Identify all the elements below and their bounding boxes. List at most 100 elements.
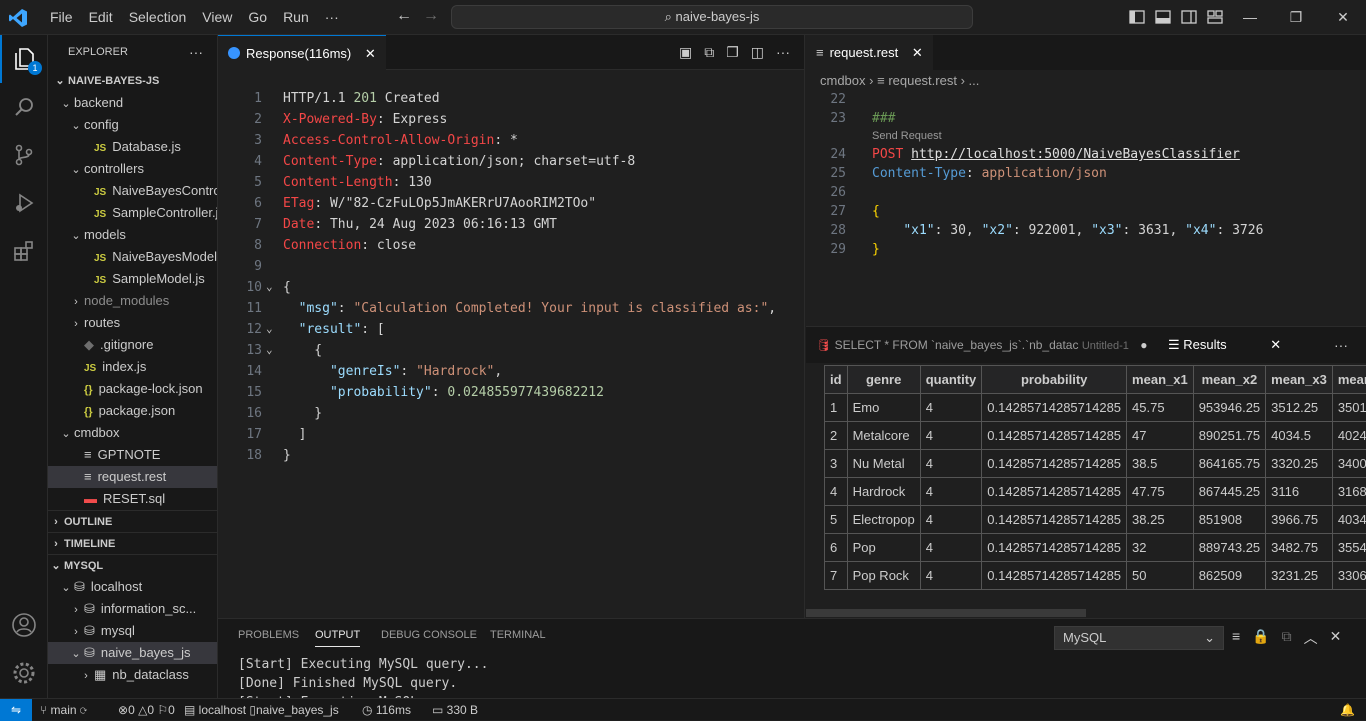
table-cell[interactable]: Pop Rock xyxy=(847,562,920,590)
column-header[interactable]: genre xyxy=(847,366,920,394)
menu-run[interactable]: Run xyxy=(275,0,317,35)
save-response-icon[interactable]: ▣ xyxy=(679,44,692,61)
close-window-icon[interactable]: ✕ xyxy=(1320,0,1366,35)
table-cell[interactable]: 4 xyxy=(920,562,982,590)
response-time[interactable]: ◷ 116ms xyxy=(362,699,411,721)
table-cell[interactable]: 0.14285714285714285 xyxy=(982,450,1127,478)
tree-item[interactable]: ⌄⛁naive_bayes_js xyxy=(48,642,217,664)
tree-item[interactable]: ▬RESET.sql xyxy=(48,488,217,510)
tree-item[interactable]: ⌄models xyxy=(48,224,217,246)
tree-item[interactable]: JSindex.js xyxy=(48,356,217,378)
table-cell[interactable]: 3400.7 xyxy=(1332,450,1366,478)
table-cell[interactable]: 4 xyxy=(825,478,848,506)
table-cell[interactable]: 47.75 xyxy=(1127,478,1194,506)
table-cell[interactable]: 4034.5 xyxy=(1266,422,1333,450)
table-cell[interactable]: 0.14285714285714285 xyxy=(982,422,1127,450)
table-row[interactable]: 5Electropop40.1428571428571428538.258519… xyxy=(825,506,1366,534)
tree-item[interactable]: ›routes xyxy=(48,312,217,334)
table-cell[interactable]: 862509 xyxy=(1193,562,1265,590)
tab-output[interactable]: OUTPUT xyxy=(315,629,360,647)
response-size[interactable]: ▭ 330 B xyxy=(432,699,478,721)
tree-item[interactable]: JSSampleModel.js xyxy=(48,268,217,290)
menu-file[interactable]: File xyxy=(42,0,81,35)
close-panel-icon[interactable]: ✕ xyxy=(1330,628,1342,648)
forward-arrow-icon[interactable]: → xyxy=(423,7,439,25)
maximize-panel-icon[interactable]: ︿ xyxy=(1304,628,1318,648)
tree-item[interactable]: JSSampleController.js xyxy=(48,202,217,224)
table-cell[interactable]: 1 xyxy=(825,394,848,422)
table-cell[interactable]: 32 xyxy=(1127,534,1194,562)
tree-item[interactable]: ≡request.rest xyxy=(48,466,217,488)
column-header[interactable]: mean_ xyxy=(1332,366,1366,394)
minimize-icon[interactable]: — xyxy=(1227,0,1273,35)
back-arrow-icon[interactable]: ← xyxy=(396,7,412,25)
column-header[interactable]: mean_x1 xyxy=(1127,366,1194,394)
table-cell[interactable]: 0.14285714285714285 xyxy=(982,478,1127,506)
table-cell[interactable]: 4 xyxy=(920,422,982,450)
menu-go[interactable]: Go xyxy=(240,0,275,35)
table-cell[interactable]: 3116 xyxy=(1266,478,1333,506)
table-cell[interactable]: 2 xyxy=(825,422,848,450)
table-cell[interactable]: 953946.25 xyxy=(1193,394,1265,422)
table-cell[interactable]: 0.14285714285714285 xyxy=(982,394,1127,422)
command-center-search[interactable]: ⌕ naive-bayes-js xyxy=(451,5,973,29)
tree-item[interactable]: ⌄backend xyxy=(48,92,217,114)
table-cell[interactable]: 6 xyxy=(825,534,848,562)
search-activity[interactable] xyxy=(0,83,48,131)
branch-indicator[interactable]: ⑂ main ⟳ xyxy=(40,699,87,721)
table-cell[interactable]: Pop xyxy=(847,534,920,562)
table-cell[interactable]: 0.14285714285714285 xyxy=(982,506,1127,534)
table-cell[interactable]: 45.75 xyxy=(1127,394,1194,422)
tab-terminal[interactable]: TERMINAL xyxy=(490,629,546,641)
horizontal-scrollbar[interactable] xyxy=(806,609,1086,617)
menu-edit[interactable]: Edit xyxy=(81,0,121,35)
customize-layout-icon[interactable] xyxy=(1206,8,1224,26)
tab-sql-query[interactable]: 🛢 SELECT * FROM `naive_bayes_js`.`nb_dat… xyxy=(816,327,1147,364)
table-cell[interactable]: 864165.75 xyxy=(1193,450,1265,478)
table-row[interactable]: 7Pop Rock40.1428571428571428550862509323… xyxy=(825,562,1366,590)
copy-icon[interactable]: ❐ xyxy=(726,44,739,61)
table-row[interactable]: 1Emo40.1428571428571428545.75953946.2535… xyxy=(825,394,1366,422)
table-row[interactable]: 4Hardrock40.1428571428571428547.75867445… xyxy=(825,478,1366,506)
open-in-editor-icon[interactable]: ⧉ xyxy=(1282,628,1292,648)
tree-item[interactable]: ⌄cmdbox xyxy=(48,422,217,444)
mysql-connection[interactable]: ▤ localhost ▯naive_bayes_js xyxy=(184,699,339,721)
menu-view[interactable]: View xyxy=(194,0,240,35)
table-cell[interactable]: 3512.25 xyxy=(1266,394,1333,422)
lock-icon[interactable]: 🔒 xyxy=(1252,628,1269,648)
table-cell[interactable]: 851908 xyxy=(1193,506,1265,534)
tree-item[interactable]: ›▦nb_dataclass xyxy=(48,664,217,686)
restore-icon[interactable]: ❐ xyxy=(1273,0,1319,35)
table-cell[interactable]: Metalcore xyxy=(847,422,920,450)
tab-debug-console[interactable]: DEBUG CONSOLE xyxy=(381,629,477,641)
timeline-section[interactable]: ›TIMELINE xyxy=(48,532,217,554)
remote-indicator[interactable]: ⇋ xyxy=(0,699,32,721)
more-actions-icon[interactable]: ··· xyxy=(776,44,790,61)
table-cell[interactable]: 4 xyxy=(920,478,982,506)
table-cell[interactable]: 50 xyxy=(1127,562,1194,590)
table-cell[interactable]: 3320.25 xyxy=(1266,450,1333,478)
table-cell[interactable]: 3482.75 xyxy=(1266,534,1333,562)
close-tab-icon[interactable]: ✕ xyxy=(1270,337,1281,352)
accounts-activity[interactable] xyxy=(0,601,48,649)
table-cell[interactable]: 4 xyxy=(920,450,982,478)
split-editor-icon[interactable]: ◫ xyxy=(751,44,764,61)
output-channel-select[interactable]: MySQL ⌄ xyxy=(1054,626,1224,650)
table-cell[interactable]: Hardrock xyxy=(847,478,920,506)
tab-request-rest[interactable]: ≡request.rest ✕ xyxy=(806,35,933,70)
tree-item[interactable]: ◆.gitignore xyxy=(48,334,217,356)
tree-item[interactable]: ≡GPTNOTE xyxy=(48,444,217,466)
workspace-root[interactable]: ⌄NAIVE-BAYES-JS xyxy=(48,70,217,92)
tab-results[interactable]: ☰ Results ✕ xyxy=(1168,327,1281,363)
mysql-section[interactable]: ⌄MYSQL xyxy=(48,554,217,576)
save-body-icon[interactable]: ⧉ xyxy=(704,44,714,61)
table-cell[interactable]: 3966.75 xyxy=(1266,506,1333,534)
toggle-panel-icon[interactable] xyxy=(1154,8,1172,26)
table-cell[interactable]: 38.5 xyxy=(1127,450,1194,478)
send-request-codelens[interactable]: Send Request xyxy=(872,130,942,142)
tree-item[interactable]: JSNaiveBayesControl... xyxy=(48,180,217,202)
close-tab-icon[interactable]: ✕ xyxy=(912,45,923,60)
tree-item[interactable]: ›node_modules xyxy=(48,290,217,312)
table-cell[interactable]: 889743.25 xyxy=(1193,534,1265,562)
run-debug-activity[interactable] xyxy=(0,179,48,227)
